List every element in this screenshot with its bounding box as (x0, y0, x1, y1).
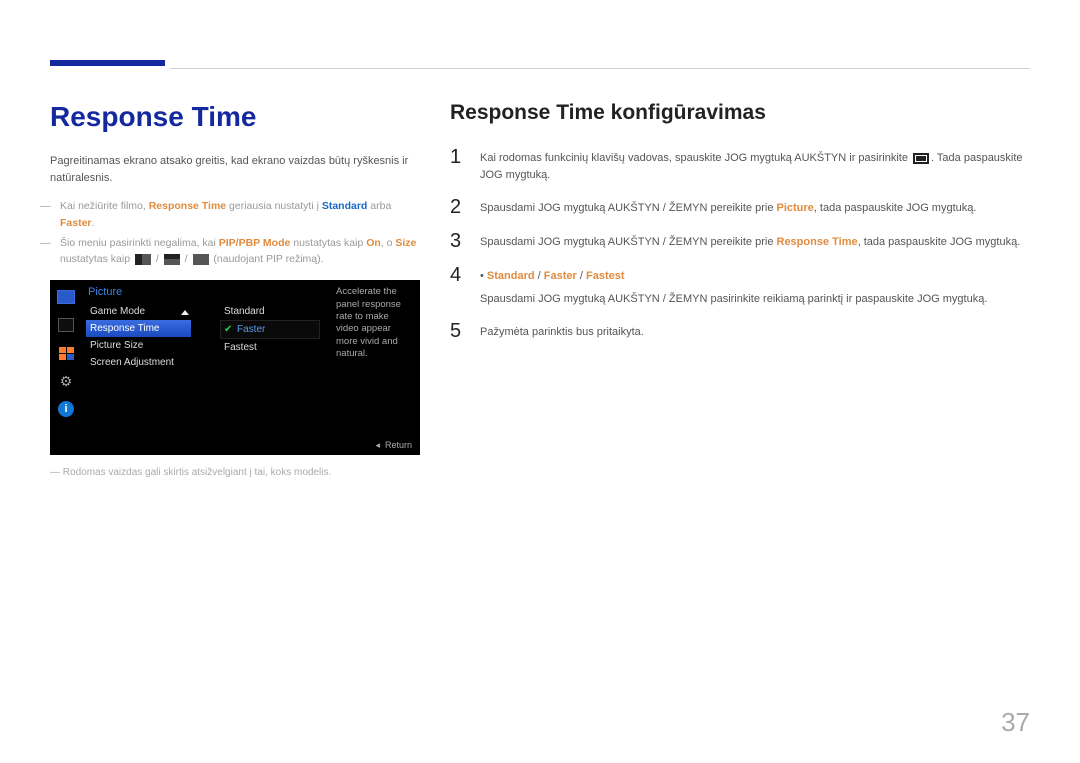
note2-pre: Šio meniu pasirinkti negalima, kai (60, 237, 219, 249)
step-4-options: • Standard / Faster / Fastest (480, 268, 987, 285)
footnote-text: Rodomas vaizdas gali skirtis atsižvelgia… (63, 467, 331, 478)
step-2: 2 Spausdami JOG mygtuką AUKŠTYN / ŽEMYN … (450, 197, 1030, 217)
pip-layout-icon-1 (135, 254, 151, 265)
step-3-number: 3 (450, 231, 466, 251)
step2-pre: Spausdami JOG mygtuką AUKŠTYN / ŽEMYN pe… (480, 202, 777, 214)
note1-arba: arba (367, 200, 391, 212)
opt-slash2: / (577, 270, 586, 282)
note1-faster: Faster (60, 217, 92, 229)
osd-menu-title: Picture (86, 286, 191, 298)
note2-mid: nustatytas kaip (290, 237, 366, 249)
note-2: ―Šio meniu pasirinkti negalima, kai PIP/… (50, 235, 420, 269)
pip-icon (56, 344, 76, 362)
pip-layout-icon-2 (164, 254, 180, 265)
step2-picture: Picture (777, 202, 814, 214)
step-4: 4 • Standard / Faster / Fastest Spausdam… (450, 265, 1030, 307)
header-accent-bar (50, 60, 165, 66)
pip-layout-icon-3 (193, 254, 209, 265)
description: Pagreitinamas ekrano atsako greitis, kad… (50, 153, 420, 186)
step-3: 3 Spausdami JOG mygtuką AUKŠTYN / ŽEMYN … (450, 231, 1030, 251)
config-title: Response Time konfigūravimas (450, 101, 1030, 125)
osd-screenshot: ⚙ i Picture Game Mode Response Time Pict… (50, 280, 420, 455)
osd-sidebar: ⚙ i (50, 280, 82, 455)
step1-pre: Kai rodomas funkcinių klavišų vadovas, s… (480, 152, 911, 164)
step2-end: , tada paspauskite JOG mygtuką. (814, 202, 977, 214)
step-1-number: 1 (450, 147, 466, 167)
note2-size: Size (395, 237, 416, 249)
note1-end: . (92, 217, 95, 229)
page-number: 37 (1001, 707, 1030, 738)
osd-menu-column: Picture Game Mode Response Time Picture … (86, 286, 191, 371)
check-icon: ✔ (224, 324, 232, 335)
step3-response-time: Response Time (777, 236, 858, 248)
opt-faster: Faster (544, 270, 577, 282)
osd-return-label: Return (385, 440, 412, 450)
step-5-text: Pažymėta parinktis bus pritaikyta. (480, 321, 644, 341)
osd-options-column: Standard ✔ Faster Fastest (220, 303, 320, 356)
left-column: Response Time Pagreitinamas ekrano atsak… (50, 101, 420, 480)
step-5: 5 Pažymėta parinktis bus pritaikyta. (450, 321, 1030, 341)
osd-item-picture-size: Picture Size (86, 337, 191, 354)
note-1: ―Kai nežiūrite filmo, Response Time geri… (50, 198, 420, 232)
osd-item-game-mode: Game Mode (86, 303, 191, 320)
info-icon: i (56, 400, 76, 418)
footnote: ― Rodomas vaizdas gali skirtis atsižvelg… (50, 465, 420, 480)
note2-pip: PIP/PBP Mode (219, 237, 291, 249)
header-divider (170, 68, 1030, 69)
picture-icon (56, 316, 76, 334)
right-column: Response Time konfigūravimas 1 Kai rodom… (450, 101, 1030, 480)
osd-item-screen-adjustment: Screen Adjustment (86, 354, 191, 371)
note2-o: , o (381, 237, 396, 249)
note1-standard: Standard (322, 200, 368, 212)
step-1-text: Kai rodomas funkcinių klavišų vadovas, s… (480, 147, 1030, 183)
opt-fastest: Fastest (586, 270, 625, 282)
step-4-text: • Standard / Faster / Fastest Spausdami … (480, 265, 987, 307)
step4-text: Spausdami JOG mygtuką AUKŠTYN / ŽEMYN pa… (480, 293, 987, 305)
osd-info-text: Accelerate the panel response rate to ma… (336, 286, 414, 360)
opt-standard: Standard (487, 270, 535, 282)
step-4-number: 4 (450, 265, 466, 285)
osd-return: ◂ Return (375, 440, 412, 451)
note1-mid: geriausia nustatyti į (226, 200, 322, 212)
osd-option-fastest: Fastest (220, 339, 320, 356)
step3-end: , tada paspauskite JOG mygtuką. (858, 236, 1021, 248)
osd-item-response-time: Response Time (86, 320, 191, 337)
note2-on: On (366, 237, 381, 249)
step-2-text: Spausdami JOG mygtuką AUKŠTYN / ŽEMYN pe… (480, 197, 976, 217)
osd-option-faster: ✔ Faster (220, 320, 320, 339)
osd-option-faster-label: Faster (237, 324, 265, 335)
content: Response Time Pagreitinamas ekrano atsak… (50, 101, 1030, 480)
step-2-number: 2 (450, 197, 466, 217)
note2-line2-end: (naudojant PIP režimą). (213, 253, 323, 265)
step-5-number: 5 (450, 321, 466, 341)
menu-icon (913, 153, 929, 164)
opt-slash1: / (535, 270, 544, 282)
gear-icon: ⚙ (56, 372, 76, 390)
monitor-icon (56, 288, 76, 306)
step-1: 1 Kai rodomas funkcinių klavišų vadovas,… (450, 147, 1030, 183)
note2-line2-pre: nustatytas kaip (60, 253, 133, 265)
note1-response-time: Response Time (149, 200, 226, 212)
note1-pre: Kai nežiūrite filmo, (60, 200, 149, 212)
osd-option-standard: Standard (220, 303, 320, 320)
step-list: 1 Kai rodomas funkcinių klavišų vadovas,… (450, 147, 1030, 341)
page-title: Response Time (50, 101, 420, 133)
scroll-up-icon (181, 310, 189, 315)
step-3-text: Spausdami JOG mygtuką AUKŠTYN / ŽEMYN pe… (480, 231, 1020, 251)
step3-pre: Spausdami JOG mygtuką AUKŠTYN / ŽEMYN pe… (480, 236, 777, 248)
